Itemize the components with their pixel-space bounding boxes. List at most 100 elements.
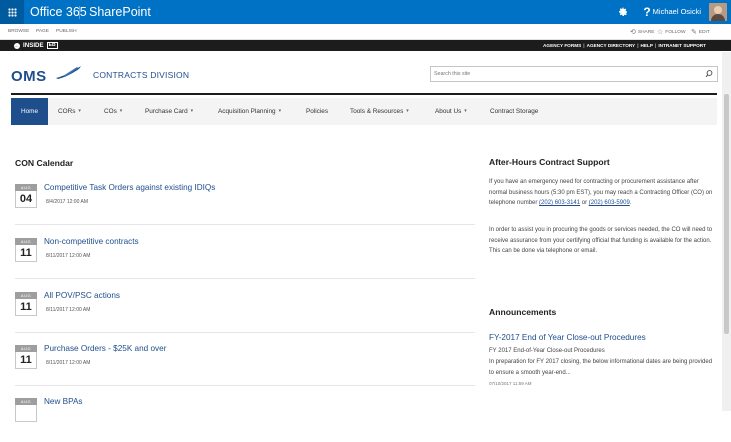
- inside-logo-text: INSIDE: [23, 42, 44, 49]
- global-nav: Home CORs ▾ COs ▾ Purchase Card ▾ Acquisiti…: [11, 98, 717, 125]
- nav-item-contract-storage[interactable]: Contract Storage: [490, 98, 538, 125]
- nav-item-tools-resources[interactable]: Tools & Resources ▾: [350, 98, 409, 125]
- event-title-link[interactable]: Non-competitive contracts: [44, 237, 139, 246]
- event-day: [15, 405, 37, 422]
- announcement-subtitle: FY 2017 End-of-Year Close-out Procedures: [489, 348, 605, 354]
- support-paragraph: If you have an emergency need for contra…: [489, 177, 714, 209]
- nav-item-about-us[interactable]: About Us ▾: [435, 98, 467, 125]
- event-title-link[interactable]: Competitive Task Orders against existing…: [44, 183, 215, 192]
- support-text-part: .: [629, 200, 632, 207]
- chevron-down-icon: ▾: [406, 108, 409, 114]
- nav-item-label: Home: [20, 108, 39, 115]
- chevron-down-icon: ▾: [464, 108, 467, 114]
- nav-item-policies[interactable]: Policies: [306, 98, 328, 125]
- nav-item-cos[interactable]: COs ▾: [104, 98, 122, 125]
- announcements-title: Announcements: [489, 307, 557, 317]
- share-icon: ⟲: [630, 29, 636, 36]
- link-agency-forms[interactable]: AGENCY FORMS: [543, 40, 581, 51]
- event-title-link[interactable]: New BPAs: [44, 397, 83, 406]
- event-date: 8/11/2017 12:00 AM: [46, 253, 91, 259]
- link-agency-directory[interactable]: AGENCY DIRECTORY: [587, 40, 636, 51]
- share-button[interactable]: ⟲ SHARE: [630, 28, 654, 36]
- event-month: AUG: [15, 184, 37, 191]
- avatar[interactable]: [709, 3, 727, 21]
- nav-item-label: CORs: [58, 108, 76, 115]
- chevron-down-icon: ▾: [190, 108, 194, 114]
- nav-item-home[interactable]: Home: [11, 98, 48, 125]
- ribbon-tab-publish[interactable]: PUBLISH: [56, 29, 77, 34]
- support-text-part: or: [580, 200, 589, 207]
- oms-logo-text[interactable]: OMS: [11, 68, 47, 85]
- scrollbar-thumb[interactable]: [724, 94, 729, 334]
- settings-button[interactable]: [612, 0, 634, 24]
- suite-bar: Office 365 SharePoint ? Michael Osicki: [0, 0, 731, 24]
- site-title[interactable]: CONTRACTS DIVISION: [93, 70, 189, 80]
- share-label: SHARE: [637, 29, 655, 35]
- nav-item-cors[interactable]: CORs ▾: [58, 98, 81, 125]
- divider: [15, 385, 475, 386]
- nav-item-acquisition-planning[interactable]: Acquisition Planning ▾: [218, 98, 281, 125]
- link-separator: |: [583, 43, 585, 48]
- calendar-title: CON Calendar: [15, 158, 74, 168]
- waffle-icon: [7, 7, 17, 17]
- gear-icon: [619, 7, 627, 16]
- divider: [15, 332, 475, 333]
- chevron-down-icon: ▾: [278, 108, 282, 114]
- link-separator: |: [655, 43, 657, 48]
- ribbon-tab-page[interactable]: PAGE: [36, 29, 49, 34]
- link-help[interactable]: HELP: [641, 40, 654, 51]
- divider: [15, 224, 475, 225]
- event-day: 11: [15, 352, 37, 369]
- calendar-event: AUG 11 Non-competitive contracts 8/11/20…: [15, 237, 475, 282]
- event-title-link[interactable]: All POV/PSC actions: [44, 291, 120, 300]
- nav-item-label: Tools & Resources: [350, 108, 404, 115]
- ribbon-tab-browse[interactable]: BROWSE: [8, 29, 29, 34]
- calendar-event: AUG 11 All POV/PSC actions 8/11/2017 12:…: [15, 291, 475, 336]
- divider: [15, 278, 475, 279]
- event-day: 04: [15, 191, 37, 208]
- user-name[interactable]: Michael Osicki: [653, 0, 701, 24]
- nav-item-label: Contract Storage: [490, 108, 539, 115]
- brand-divider: [79, 6, 80, 19]
- announcement-body: In preparation for FY 2017 closing, the …: [489, 359, 713, 376]
- event-month: AUG: [15, 398, 37, 405]
- event-month: AUG: [15, 345, 37, 352]
- calendar-event: AUG New BPAs: [15, 397, 475, 442]
- event-day: 11: [15, 245, 37, 262]
- follow-label: FOLLOW: [665, 29, 686, 35]
- event-date: 8/4/2017 12:00 AM: [46, 199, 88, 205]
- intranet-top-bar: ← INSIDE EB AGENCY FORMS | AGENCY DIRECTO…: [0, 40, 731, 51]
- phone-link-2[interactable]: (202) 603-5909: [589, 200, 630, 206]
- nav-item-label: About Us: [435, 108, 462, 115]
- announcement-title-link[interactable]: FY-2017 End of Year Close-out Procedures: [489, 333, 646, 342]
- app-launcher-button[interactable]: [0, 0, 24, 24]
- event-month: AUG: [15, 238, 37, 245]
- event-title-link[interactable]: Purchase Orders - $25K and over: [44, 344, 166, 353]
- pencil-icon: ✎: [691, 29, 697, 36]
- link-intranet-support[interactable]: INTRANET SUPPORT: [658, 40, 706, 51]
- event-date: 8/11/2017 12:00 AM: [46, 360, 91, 366]
- top-links: AGENCY FORMS | AGENCY DIRECTORY | HELP | IN…: [543, 40, 706, 51]
- event-date: 8/11/2017 12:00 AM: [46, 307, 91, 313]
- avatar-body: [711, 14, 725, 21]
- event-day: 11: [15, 299, 37, 316]
- nav-item-purchase-card[interactable]: Purchase Card ▾: [145, 98, 193, 125]
- event-month: AUG: [15, 292, 37, 299]
- announcement-date: 07/10/2017 11:59 AM: [489, 381, 532, 386]
- edit-label: EDIT: [698, 29, 710, 35]
- search-input[interactable]: [434, 67, 694, 81]
- star-icon: ☆: [657, 29, 664, 36]
- calendar-event: AUG 11 Purchase Orders - $25K and over 8…: [15, 344, 475, 389]
- oms-logo-icon: [56, 66, 81, 79]
- edit-button[interactable]: ✎ EDIT: [691, 28, 710, 36]
- phone-link-1[interactable]: (202) 603-3141: [539, 200, 580, 206]
- search-icon[interactable]: [704, 68, 714, 80]
- chevron-down-icon: ▾: [78, 108, 81, 114]
- calendar-event: AUG 04 Competitive Task Orders against e…: [15, 183, 475, 228]
- link-separator: |: [637, 43, 639, 48]
- follow-button[interactable]: ☆ FOLLOW: [657, 28, 686, 36]
- inside-logo[interactable]: ← INSIDE EB: [14, 41, 58, 50]
- sharepoint-app-name[interactable]: SharePoint: [89, 0, 151, 24]
- nav-item-label: COs: [104, 108, 117, 115]
- nav-item-label: Purchase Card: [145, 108, 188, 115]
